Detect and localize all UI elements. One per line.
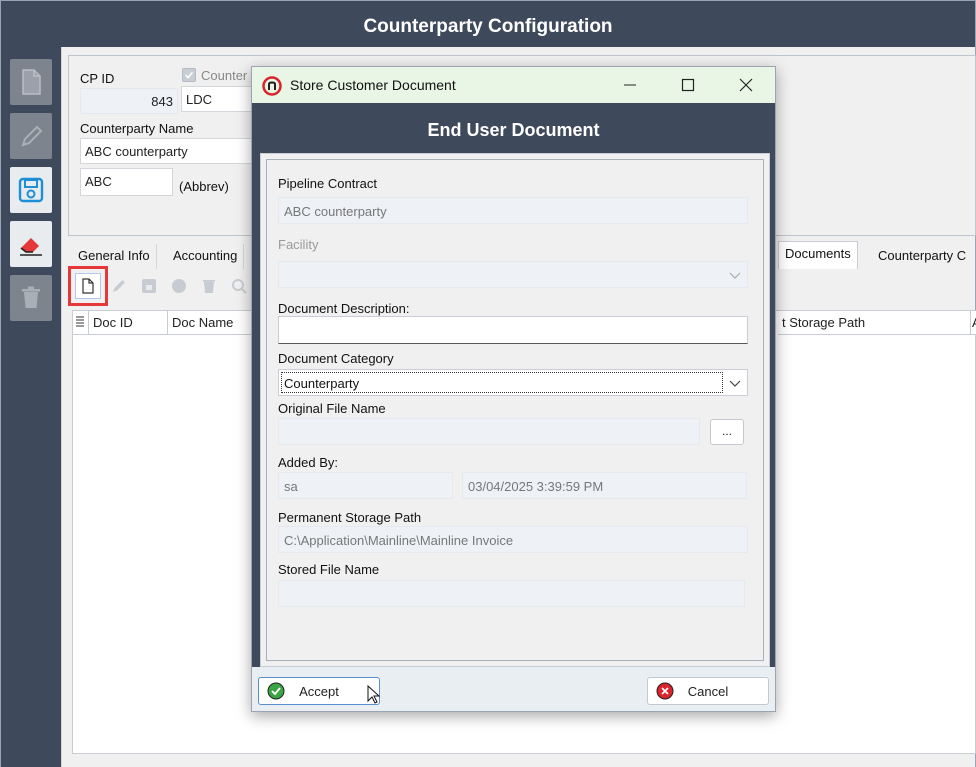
eraser-icon xyxy=(20,238,42,256)
clear-document-button[interactable] xyxy=(166,273,192,299)
counterparty-name-field[interactable]: ABC counterparty xyxy=(80,138,260,164)
document-category-dropdown[interactable]: Counterparty xyxy=(278,369,748,396)
added-date-field: 03/04/2025 3:39:59 PM xyxy=(462,472,747,499)
abbrev-field[interactable]: ABC xyxy=(80,168,173,196)
dialog-header: End User Document xyxy=(427,120,600,140)
chevron-down-icon xyxy=(729,272,741,279)
column-header-doc-name[interactable]: Doc Name xyxy=(168,311,258,335)
trash-icon xyxy=(203,280,215,293)
cp-id-field[interactable]: 843 xyxy=(80,88,178,114)
add-document-button[interactable] xyxy=(75,273,101,299)
maximize-button[interactable] xyxy=(659,67,717,103)
counterparty-type-field[interactable]: LDC xyxy=(181,86,261,112)
dialog-titlebar: Store Customer Document xyxy=(252,67,775,103)
facility-label: Facility xyxy=(278,237,319,252)
abbrev-label: (Abbrev) xyxy=(179,179,229,194)
delete-record-button[interactable] xyxy=(10,275,52,321)
dialog-footer: Accept Cancel xyxy=(252,667,775,711)
counter-checkbox[interactable] xyxy=(182,68,196,82)
cancel-button[interactable]: Cancel xyxy=(647,677,769,705)
pencil-icon xyxy=(21,125,43,147)
checkmark-icon xyxy=(185,71,194,79)
edit-document-button[interactable] xyxy=(106,273,132,299)
new-record-button[interactable] xyxy=(10,59,52,105)
cp-id-label: CP ID xyxy=(80,71,115,86)
close-icon xyxy=(739,78,753,92)
mouse-cursor-icon xyxy=(367,685,381,704)
column-chooser-icon xyxy=(76,316,84,327)
document-description-label: Document Description: xyxy=(278,301,410,316)
document-form: Pipeline Contract ABC counterparty Facil… xyxy=(266,159,764,661)
circle-icon xyxy=(172,279,186,293)
store-customer-document-dialog: Store Customer Document End User Documen… xyxy=(251,66,776,712)
permanent-storage-path-label: Permanent Storage Path xyxy=(278,510,422,525)
document-category-value: Counterparty xyxy=(281,372,723,393)
accept-button[interactable]: Accept xyxy=(258,677,381,705)
app-logo-icon xyxy=(262,76,282,96)
left-toolbar xyxy=(1,51,61,767)
view-document-button[interactable] xyxy=(226,273,252,299)
original-file-name-label: Original File Name xyxy=(278,401,386,416)
edit-record-button[interactable] xyxy=(10,113,52,159)
magnifier-icon xyxy=(232,279,247,294)
chevron-down-icon xyxy=(729,380,741,387)
clear-record-button[interactable] xyxy=(10,221,52,267)
dialog-title: Store Customer Document xyxy=(290,77,456,93)
minimize-button[interactable] xyxy=(601,67,659,103)
tab-counterparty-contacts[interactable]: Counterparty C xyxy=(872,244,972,269)
floppy-disk-icon xyxy=(142,279,156,293)
trash-icon xyxy=(22,286,40,308)
column-header-doc-id[interactable]: Doc ID xyxy=(89,311,168,335)
document-description-input[interactable] xyxy=(278,316,748,344)
pencil-icon xyxy=(113,280,125,292)
new-document-icon xyxy=(82,278,94,294)
pipeline-contract-field: ABC counterparty xyxy=(278,197,748,224)
tab-accounting[interactable]: Accounting xyxy=(167,244,245,269)
permanent-storage-path-field: C:\Application\Mainline\Mainline Invoice xyxy=(278,526,748,553)
facility-dropdown[interactable] xyxy=(278,261,748,288)
new-document-icon xyxy=(22,69,41,95)
column-header-a[interactable]: A xyxy=(971,311,976,335)
save-record-button[interactable] xyxy=(10,167,52,213)
stored-file-name-field xyxy=(278,580,745,607)
window-title: Counterparty Configuration xyxy=(1,1,975,51)
minimize-icon xyxy=(624,84,636,86)
accept-label: Accept xyxy=(299,683,339,699)
counterparty-name-label: Counterparty Name xyxy=(80,121,194,136)
document-category-label: Document Category xyxy=(278,351,394,366)
grid-column-chooser[interactable] xyxy=(73,311,89,335)
maximize-icon xyxy=(681,78,695,92)
floppy-disk-icon xyxy=(18,177,44,203)
added-by-label: Added By: xyxy=(278,455,338,470)
browse-file-button[interactable]: ... xyxy=(710,419,744,445)
original-file-name-field xyxy=(278,418,700,445)
dialog-body: Pipeline Contract ABC counterparty Facil… xyxy=(260,153,770,667)
stored-file-name-label: Stored File Name xyxy=(278,562,380,577)
cancel-label: Cancel xyxy=(687,683,729,699)
close-button[interactable] xyxy=(717,67,775,103)
pipeline-contract-label: Pipeline Contract xyxy=(278,176,377,191)
column-header-storage-path[interactable]: t Storage Path xyxy=(778,311,971,335)
save-document-button[interactable] xyxy=(136,273,162,299)
tab-documents[interactable]: Documents xyxy=(778,241,858,269)
delete-document-button[interactable] xyxy=(196,273,222,299)
added-by-field: sa xyxy=(278,472,453,499)
counter-checkbox-label: Counter xyxy=(201,68,248,83)
